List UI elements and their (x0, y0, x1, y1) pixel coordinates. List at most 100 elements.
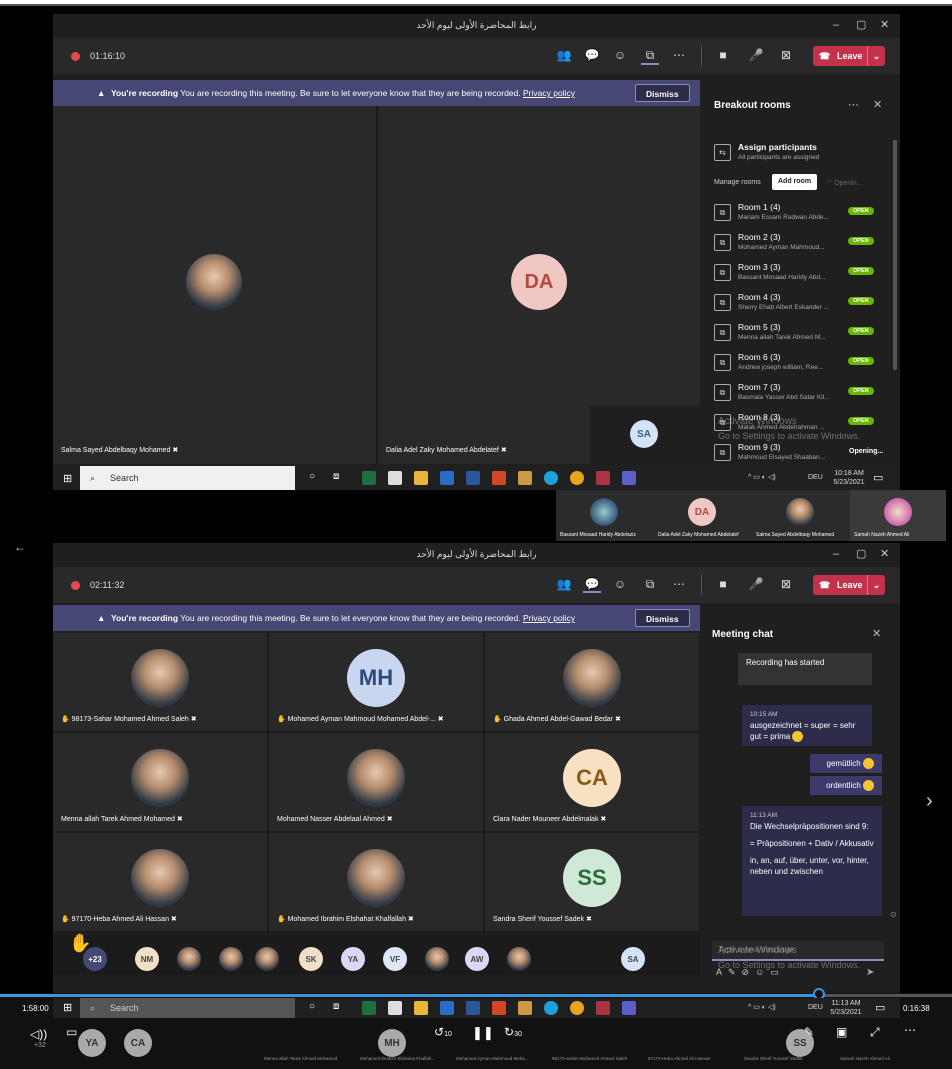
maximize-icon[interactable]: ▢ (856, 543, 866, 565)
taskbar-search[interactable]: ⌕ Search (80, 466, 295, 490)
participants-icon[interactable]: 👥 (555, 48, 573, 62)
more-icon[interactable]: ⋯ (848, 98, 859, 111)
chevron-down-icon[interactable]: ⌄ (867, 575, 885, 595)
strip-tile[interactable]: Bassant Mosaad Haridy Abdelaziz (556, 490, 652, 541)
breakout-rooms-icon[interactable]: ⧉ (641, 48, 659, 65)
scroll-down-icon[interactable]: ⊙ (890, 910, 897, 919)
participant-avatar[interactable]: MH (378, 1029, 406, 1057)
participant-tile[interactable]: Salma Sayed Abdelbaqy Mohamed ✖ (53, 106, 376, 464)
chrome-icon[interactable] (570, 1001, 584, 1015)
overflow-count[interactable]: +23 (83, 947, 107, 971)
edge-icon[interactable] (544, 1001, 558, 1015)
privacy-link[interactable]: Privacy policy (523, 88, 575, 98)
close-icon[interactable]: ✕ (872, 627, 881, 640)
participant-avatar[interactable]: SA (621, 947, 645, 971)
share-icon[interactable]: ⊠ (777, 48, 795, 62)
close-icon[interactable]: ✕ (880, 543, 889, 565)
teams-icon[interactable] (622, 471, 636, 485)
breakout-room-item[interactable]: ⧉ Room 2 (3) Mohamed Ayman Mahmoud... OPEN (714, 230, 884, 256)
breakout-room-item[interactable]: ⧉ Room 1 (4) Mariam Essam Radwan Abde... OP… (714, 200, 884, 226)
camera-off-icon[interactable]: ■ (714, 48, 732, 62)
participant-avatar[interactable]: CA (124, 1029, 152, 1057)
participant-avatar[interactable]: YA (341, 947, 365, 971)
participant-avatar[interactable]: VF (383, 947, 407, 971)
participant-tile[interactable]: ✋ Ghada Ahmed Abdel-Gawad Bedar ✖ (485, 633, 699, 731)
participant-tile[interactable]: Mohamed Nasser Abdelaal Ahmed ✖ (269, 733, 483, 831)
breakout-room-item[interactable]: ⧉ Room 9 (3) Mahmoud Elsayed Shaaban... Ope… (714, 440, 884, 466)
maximize-icon[interactable]: ▢ (856, 14, 866, 36)
pen-icon[interactable]: ✎ (804, 1025, 814, 1039)
captions-icon[interactable]: ▭ (66, 1025, 77, 1039)
word-icon[interactable] (466, 471, 480, 485)
powerpoint-icon[interactable] (492, 1001, 506, 1015)
language-indicator[interactable]: DEU (808, 473, 823, 482)
app-icon[interactable] (440, 1001, 454, 1015)
miniplayer-icon[interactable]: ▣ (836, 1025, 847, 1039)
more-icon[interactable]: ⋯ (670, 577, 688, 591)
scrollbar[interactable] (893, 140, 897, 370)
clock[interactable]: 10:18 AM 5/23/2021 (828, 469, 870, 487)
participant-avatar[interactable]: YA (78, 1029, 106, 1057)
send-icon[interactable]: ➤ (866, 967, 874, 978)
strip-tile[interactable]: Salma Sayed Abdelbaqy Mohamed (752, 490, 848, 541)
excel-icon[interactable] (362, 1001, 376, 1015)
assign-participants[interactable]: ⇆ Assign participants All participants a… (714, 140, 884, 166)
close-icon[interactable]: ✕ (880, 14, 889, 36)
chrome-icon[interactable] (570, 471, 584, 485)
more-icon[interactable]: ⋯ (904, 1023, 916, 1037)
reactions-icon[interactable]: ☺ (611, 577, 629, 591)
teams-icon[interactable] (622, 1001, 636, 1015)
app-icon[interactable] (440, 471, 454, 485)
participant-tile[interactable]: Menna allah Tarek Ahmed Mohamed ✖ (53, 733, 267, 831)
participant-avatar[interactable]: SK (299, 947, 323, 971)
participants-icon[interactable]: 👥 (555, 577, 573, 591)
explorer-icon[interactable] (414, 471, 428, 485)
chat-icon[interactable]: 💬 (583, 577, 601, 593)
edge-icon[interactable] (544, 471, 558, 485)
notifications-icon[interactable]: ▭ (875, 1001, 885, 1014)
breakout-room-item[interactable]: ⧉ Room 4 (3) Sherry Ehab Albert Eskander .… (714, 290, 884, 316)
powerpoint-icon[interactable] (492, 471, 506, 485)
share-icon[interactable]: ⊠ (777, 577, 795, 591)
participant-tile[interactable]: CA Clara Nader Mouneer Abdelmalak ✖ (485, 733, 699, 831)
next-arrow-icon[interactable]: › (926, 790, 933, 813)
rewind-icon[interactable]: ↺10 (434, 1025, 452, 1039)
participant-photo[interactable] (425, 947, 449, 971)
participant-tile[interactable]: ✋ 98173-Sahar Mohamed Ahmed Saleh ✖ (53, 633, 267, 731)
participant-photo[interactable] (255, 947, 279, 971)
minimize-icon[interactable]: – (833, 14, 839, 36)
strip-tile[interactable]: DA Dalia Adel Zaky Mohamed Abdelatef (654, 490, 750, 541)
progress-track[interactable] (0, 994, 952, 997)
breakout-rooms-icon[interactable]: ⧉ (641, 577, 659, 592)
store-icon[interactable] (388, 1001, 402, 1015)
dismiss-button[interactable]: Dismiss (635, 84, 690, 102)
clock[interactable]: 11:13 AM 5/23/2021 (825, 999, 867, 1017)
dismiss-button[interactable]: Dismiss (635, 609, 690, 627)
leave-button[interactable]: ☎ Leave ⌄ (813, 46, 885, 66)
task-view-icon[interactable]: ⧈ (333, 1001, 339, 1012)
participant-photo[interactable] (219, 947, 243, 971)
participant-tile[interactable]: ✋ Mohamed Ibrahim Elshahat Khalfallah ✖ (269, 833, 483, 931)
chevron-down-icon[interactable]: ⌄ (867, 46, 885, 66)
close-icon[interactable]: ✕ (873, 98, 882, 111)
add-room-button[interactable]: Add room (772, 174, 818, 190)
participant-photo[interactable] (177, 947, 201, 971)
participant-tile[interactable]: SS Sandra Sherif Youssef Sadek ✖ (485, 833, 699, 931)
word-icon[interactable] (466, 1001, 480, 1015)
reactions-icon[interactable]: ☺ (611, 48, 629, 62)
more-icon[interactable]: ⋯ (670, 48, 688, 62)
windows-start-icon[interactable]: ⊞ (63, 472, 72, 485)
participant-photo[interactable] (507, 947, 531, 971)
pause-icon[interactable]: ❚❚ (472, 1025, 494, 1041)
volume-icon[interactable]: ◁)) (30, 1027, 47, 1041)
taskbar-search[interactable]: ⌕ Search (80, 998, 295, 1018)
notifications-icon[interactable]: ▭ (873, 471, 883, 484)
breakout-room-item[interactable]: ⧉ Room 6 (3) Andrew joseph william, Ree...… (714, 350, 884, 376)
excel-icon[interactable] (362, 471, 376, 485)
participant-tile[interactable]: ✋ 97170-Heba Ahmed Ali Hassan ✖ (53, 833, 267, 931)
participant-avatar[interactable]: AW (465, 947, 489, 971)
breakout-room-item[interactable]: ⧉ Room 5 (3) Menna allah Tarek Ahmed M... O… (714, 320, 884, 346)
leave-button[interactable]: ☎ Leave ⌄ (813, 575, 885, 595)
participant-tile[interactable]: MH ✋ Mohamed Ayman Mahmoud Mohamed Abdel-… (269, 633, 483, 731)
self-view[interactable]: SA (590, 406, 700, 464)
